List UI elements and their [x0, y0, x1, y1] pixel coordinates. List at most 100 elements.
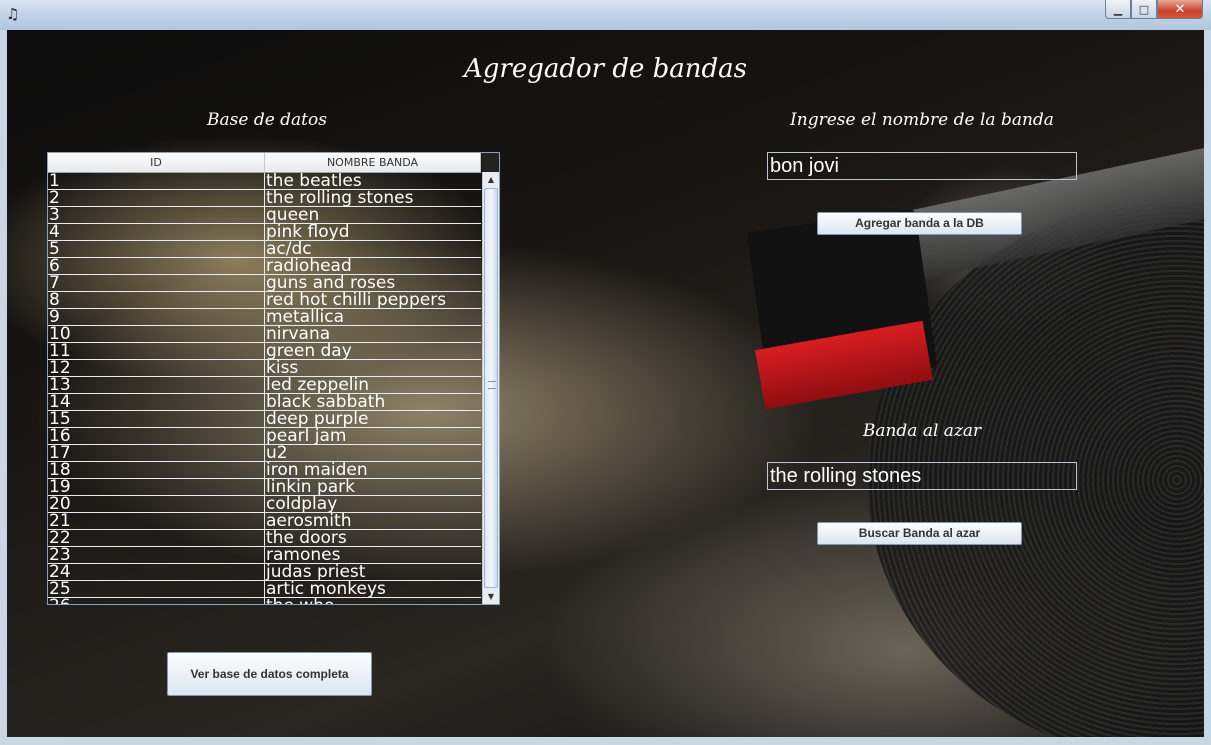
main-panel: Agregador de bandas Base de datos ID NOM…	[7, 30, 1204, 737]
cell-band-name: kiss	[266, 360, 299, 376]
cell-band-name: radiohead	[266, 258, 352, 274]
cell-band-name: nirvana	[266, 326, 331, 342]
cell-id: 3	[48, 207, 265, 223]
cell-id: 23	[48, 547, 265, 563]
table-row[interactable]: 7 guns and roses	[48, 275, 481, 292]
table-row[interactable]: 20 coldplay	[48, 496, 481, 513]
cell-id: 7	[48, 275, 265, 291]
table-row[interactable]: 1 the beatles	[48, 173, 481, 190]
random-band-button[interactable]: Buscar Banda al azar	[817, 522, 1022, 545]
table-row[interactable]: 4 pink floyd	[48, 224, 481, 241]
cell-id: 17	[48, 445, 265, 461]
table-row[interactable]: 13 led zeppelin	[48, 377, 481, 394]
cell-band-name: linkin park	[266, 479, 356, 495]
minimize-button[interactable]: ▁	[1105, 0, 1131, 19]
cell-band-name: metallica	[266, 309, 345, 325]
cell-id: 12	[48, 360, 265, 376]
cell-id: 5	[48, 241, 265, 257]
add-band-heading: Ingrese el nombre de la banda	[790, 110, 1054, 130]
maximize-button[interactable]: □	[1131, 0, 1157, 19]
table-row[interactable]: 5 ac/dc	[48, 241, 481, 258]
table-row[interactable]: 9 metallica	[48, 309, 481, 326]
cell-band-name: iron maiden	[266, 462, 368, 478]
cell-id: 21	[48, 513, 265, 529]
cell-band-name: pearl jam	[266, 428, 347, 444]
cell-id: 6	[48, 258, 265, 274]
table-header: ID NOMBRE BANDA	[48, 153, 481, 173]
music-note-icon: ♫	[6, 5, 20, 23]
scroll-down-arrow-icon[interactable]: ▼	[483, 589, 499, 604]
table-row[interactable]: 14 black sabbath	[48, 394, 481, 411]
table-row[interactable]: 12 kiss	[48, 360, 481, 377]
table-row[interactable]: 10 nirvana	[48, 326, 481, 343]
cell-band-name: black sabbath	[266, 394, 386, 410]
cell-id: 20	[48, 496, 265, 512]
table-row[interactable]: 19 linkin park	[48, 479, 481, 496]
table-row[interactable]: 24 judas priest	[48, 564, 481, 581]
grip-icon	[488, 381, 496, 389]
table-row[interactable]: 21 aerosmith	[48, 513, 481, 530]
table-row[interactable]: 11 green day	[48, 343, 481, 360]
scrollbar-thumb[interactable]	[484, 188, 498, 588]
table-row[interactable]: 17 u2	[48, 445, 481, 462]
cell-band-name: pink floyd	[266, 224, 350, 240]
cell-band-name: artic monkeys	[266, 581, 386, 597]
table-row[interactable]: 3 queen	[48, 207, 481, 224]
cell-id: 9	[48, 309, 265, 325]
add-band-button[interactable]: Agregar banda a la DB	[817, 212, 1022, 235]
table-row[interactable]: 16 pearl jam	[48, 428, 481, 445]
table-row[interactable]: 15 deep purple	[48, 411, 481, 428]
cell-id: 10	[48, 326, 265, 342]
cell-band-name: red hot chilli peppers	[266, 292, 447, 308]
cell-id: 15	[48, 411, 265, 427]
cell-id: 16	[48, 428, 265, 444]
table-row[interactable]: 22 the doors	[48, 530, 481, 547]
cell-band-name: deep purple	[266, 411, 369, 427]
cell-id: 14	[48, 394, 265, 410]
close-button[interactable]: ✕	[1157, 0, 1203, 19]
page-title: Agregador de bandas	[463, 54, 748, 84]
cell-id: 11	[48, 343, 265, 359]
cell-band-name: u2	[266, 445, 288, 461]
cell-band-name: green day	[266, 343, 352, 359]
table-row[interactable]: 25 artic monkeys	[48, 581, 481, 598]
cell-band-name: ac/dc	[266, 241, 312, 257]
table-scrollbar[interactable]: ▲ ▼	[482, 172, 499, 604]
cell-band-name: led zeppelin	[266, 377, 370, 393]
cell-id: 24	[48, 564, 265, 580]
window-controls: ▁ □ ✕	[1105, 0, 1203, 22]
cell-id: 19	[48, 479, 265, 495]
cell-id: 2	[48, 190, 265, 206]
cell-band-name: the beatles	[266, 173, 362, 189]
cell-band-name: queen	[266, 207, 320, 223]
column-header-id[interactable]: ID	[48, 153, 265, 172]
table-row[interactable]: 18 iron maiden	[48, 462, 481, 479]
table-row[interactable]: 8 red hot chilli peppers	[48, 292, 481, 309]
cell-id: 1	[48, 173, 265, 189]
random-band-field[interactable]: the rolling stones	[767, 462, 1077, 490]
column-header-name[interactable]: NOMBRE BANDA	[265, 153, 481, 172]
table-row[interactable]: 23 ramones	[48, 547, 481, 564]
random-band-heading: Banda al azar	[862, 421, 982, 441]
cell-band-name: the rolling stones	[266, 190, 414, 206]
table-body: 1 the beatles 2 the rolling stones 3 queen 4 pi…	[48, 173, 481, 604]
cell-id: 26	[48, 598, 265, 604]
cell-band-name: coldplay	[266, 496, 338, 512]
window-titlebar[interactable]: ♫ ▁ □ ✕	[0, 0, 1211, 30]
cell-band-name: the doors	[266, 530, 347, 546]
table-row[interactable]: 2 the rolling stones	[48, 190, 481, 207]
cell-id: 8	[48, 292, 265, 308]
cell-id: 22	[48, 530, 265, 546]
cell-band-name: aerosmith	[266, 513, 352, 529]
cell-id: 13	[48, 377, 265, 393]
cell-band-name: judas priest	[266, 564, 366, 580]
cell-band-name: the who	[265, 598, 481, 604]
scroll-up-arrow-icon[interactable]: ▲	[483, 172, 499, 187]
cell-id: 4	[48, 224, 265, 240]
view-full-database-button[interactable]: Ver base de datos completa	[167, 652, 372, 696]
cell-band-name: ramones	[266, 547, 341, 563]
database-heading: Base de datos	[207, 110, 327, 130]
table-row[interactable]: 6 radiohead	[48, 258, 481, 275]
band-name-input[interactable]: bon jovi	[767, 152, 1077, 180]
table-row[interactable]: 26the who	[48, 598, 481, 604]
